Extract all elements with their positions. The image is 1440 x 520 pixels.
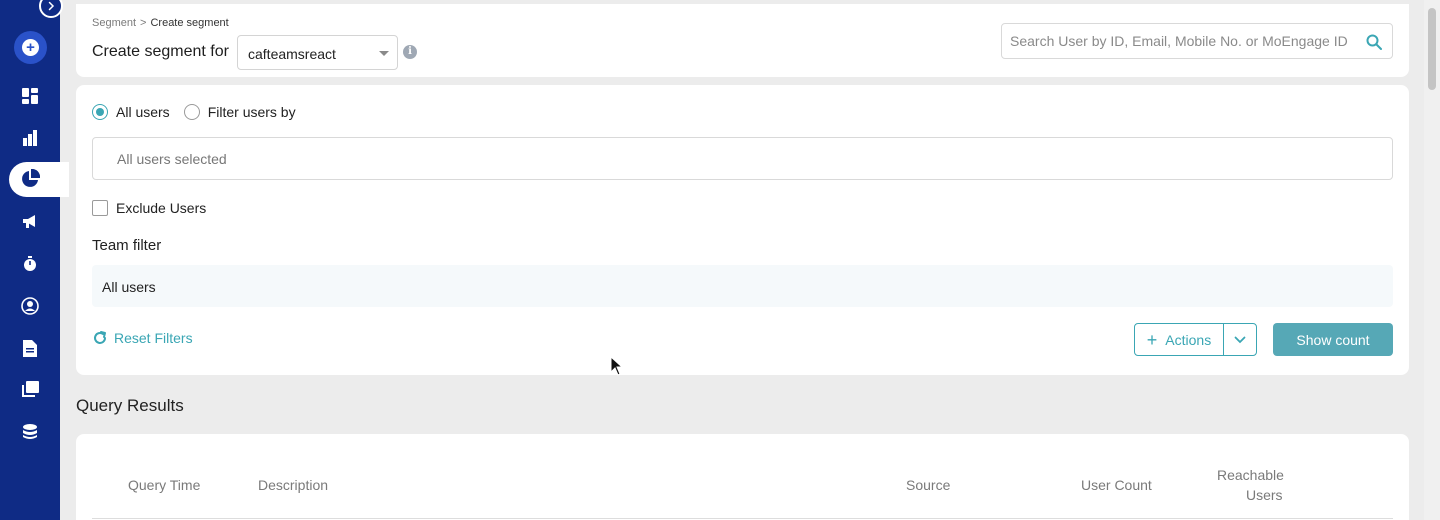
sidebar-item-content[interactable] [14, 374, 46, 406]
all-users-selected-box: All users selected [92, 137, 1393, 180]
all-users-selected-text: All users selected [117, 151, 227, 167]
user-circle-icon [21, 297, 39, 315]
exclude-users-row: Exclude Users [92, 200, 206, 216]
create-new-button[interactable]: + [14, 31, 47, 64]
sidebar-item-dashboard[interactable] [14, 80, 46, 112]
plus-circle-icon: + [22, 39, 39, 56]
search-icon[interactable] [1366, 34, 1382, 50]
app-select-dropdown[interactable]: cafteamsreact [237, 35, 398, 70]
breadcrumb-current: Create segment [150, 17, 229, 29]
content-library-icon [22, 381, 39, 397]
sidebar-item-users[interactable] [14, 290, 46, 322]
column-header-reachable: Reachable [1217, 467, 1284, 483]
actions-label: Actions [1165, 331, 1212, 348]
filter-users-by-radio-label[interactable]: Filter users by [208, 104, 296, 120]
header-card: Segment > Create segment Create segment fo… [76, 4, 1409, 77]
column-header-users: Users [1246, 487, 1283, 503]
filter-users-by-radio[interactable] [183, 104, 200, 120]
user-search-box [1001, 23, 1393, 59]
column-header-query-time: Query Time [128, 477, 201, 493]
breadcrumb: Segment > Create segment [92, 17, 229, 29]
document-icon [23, 339, 37, 357]
query-results-title: Query Results [76, 396, 184, 415]
app-select-value: cafteamsreact [248, 46, 336, 62]
show-count-button[interactable]: Show count [1273, 323, 1393, 356]
refresh-icon [94, 331, 106, 344]
sidebar-item-reports[interactable] [14, 332, 46, 364]
breadcrumb-parent-link[interactable]: Segment [92, 17, 136, 29]
team-filter-value: All users [102, 279, 156, 295]
chevron-down-icon [1234, 336, 1246, 343]
actions-button[interactable]: + Actions [1134, 323, 1224, 356]
reset-filters-button[interactable]: Reset Filters [92, 330, 193, 346]
exclude-users-label[interactable]: Exclude Users [116, 200, 206, 216]
column-header-source: Source [906, 477, 951, 493]
plus-icon: + [1146, 329, 1158, 350]
megaphone-icon [23, 215, 35, 228]
team-filter-title: Team filter [92, 237, 162, 254]
all-users-radio-label[interactable]: All users [116, 104, 170, 120]
stopwatch-icon [24, 256, 36, 271]
sidebar-toggle-button[interactable] [39, 0, 63, 18]
actions-dropdown-toggle[interactable] [1223, 323, 1257, 356]
sidebar-item-data[interactable] [14, 416, 46, 448]
reset-filters-label: Reset Filters [114, 330, 193, 346]
page-scrollbar-thumb[interactable] [1428, 8, 1436, 90]
sidebar: + [0, 0, 69, 520]
all-users-radio[interactable] [92, 104, 108, 120]
segment-icon [22, 169, 40, 187]
column-header-user-count: User Count [1081, 477, 1152, 493]
sidebar-item-analytics[interactable] [14, 122, 46, 154]
filter-card: All users Filter users by All users sele… [76, 85, 1409, 375]
exclude-users-checkbox[interactable] [92, 200, 108, 216]
info-icon[interactable]: i [403, 45, 417, 59]
table-header-divider [92, 518, 1393, 519]
sidebar-item-campaigns[interactable] [14, 205, 46, 237]
team-filter-box[interactable]: All users [92, 265, 1393, 307]
column-header-description: Description [258, 477, 329, 493]
user-search-input[interactable] [1002, 24, 1357, 58]
user-scope-radio-group: All users Filter users by [92, 104, 310, 120]
breadcrumb-separator: > [140, 17, 147, 29]
sidebar-item-timer[interactable] [14, 248, 46, 280]
chevron-right-icon [48, 1, 55, 11]
caret-down-icon [379, 51, 389, 56]
mouse-cursor-icon [610, 356, 624, 376]
dashboard-icon [22, 88, 38, 104]
analytics-icon [23, 130, 37, 146]
database-icon [23, 424, 37, 439]
page-title: Create segment for [92, 43, 229, 60]
query-results-table: Query Time Description Source User Count… [76, 434, 1409, 520]
sidebar-item-segment[interactable] [14, 163, 46, 195]
